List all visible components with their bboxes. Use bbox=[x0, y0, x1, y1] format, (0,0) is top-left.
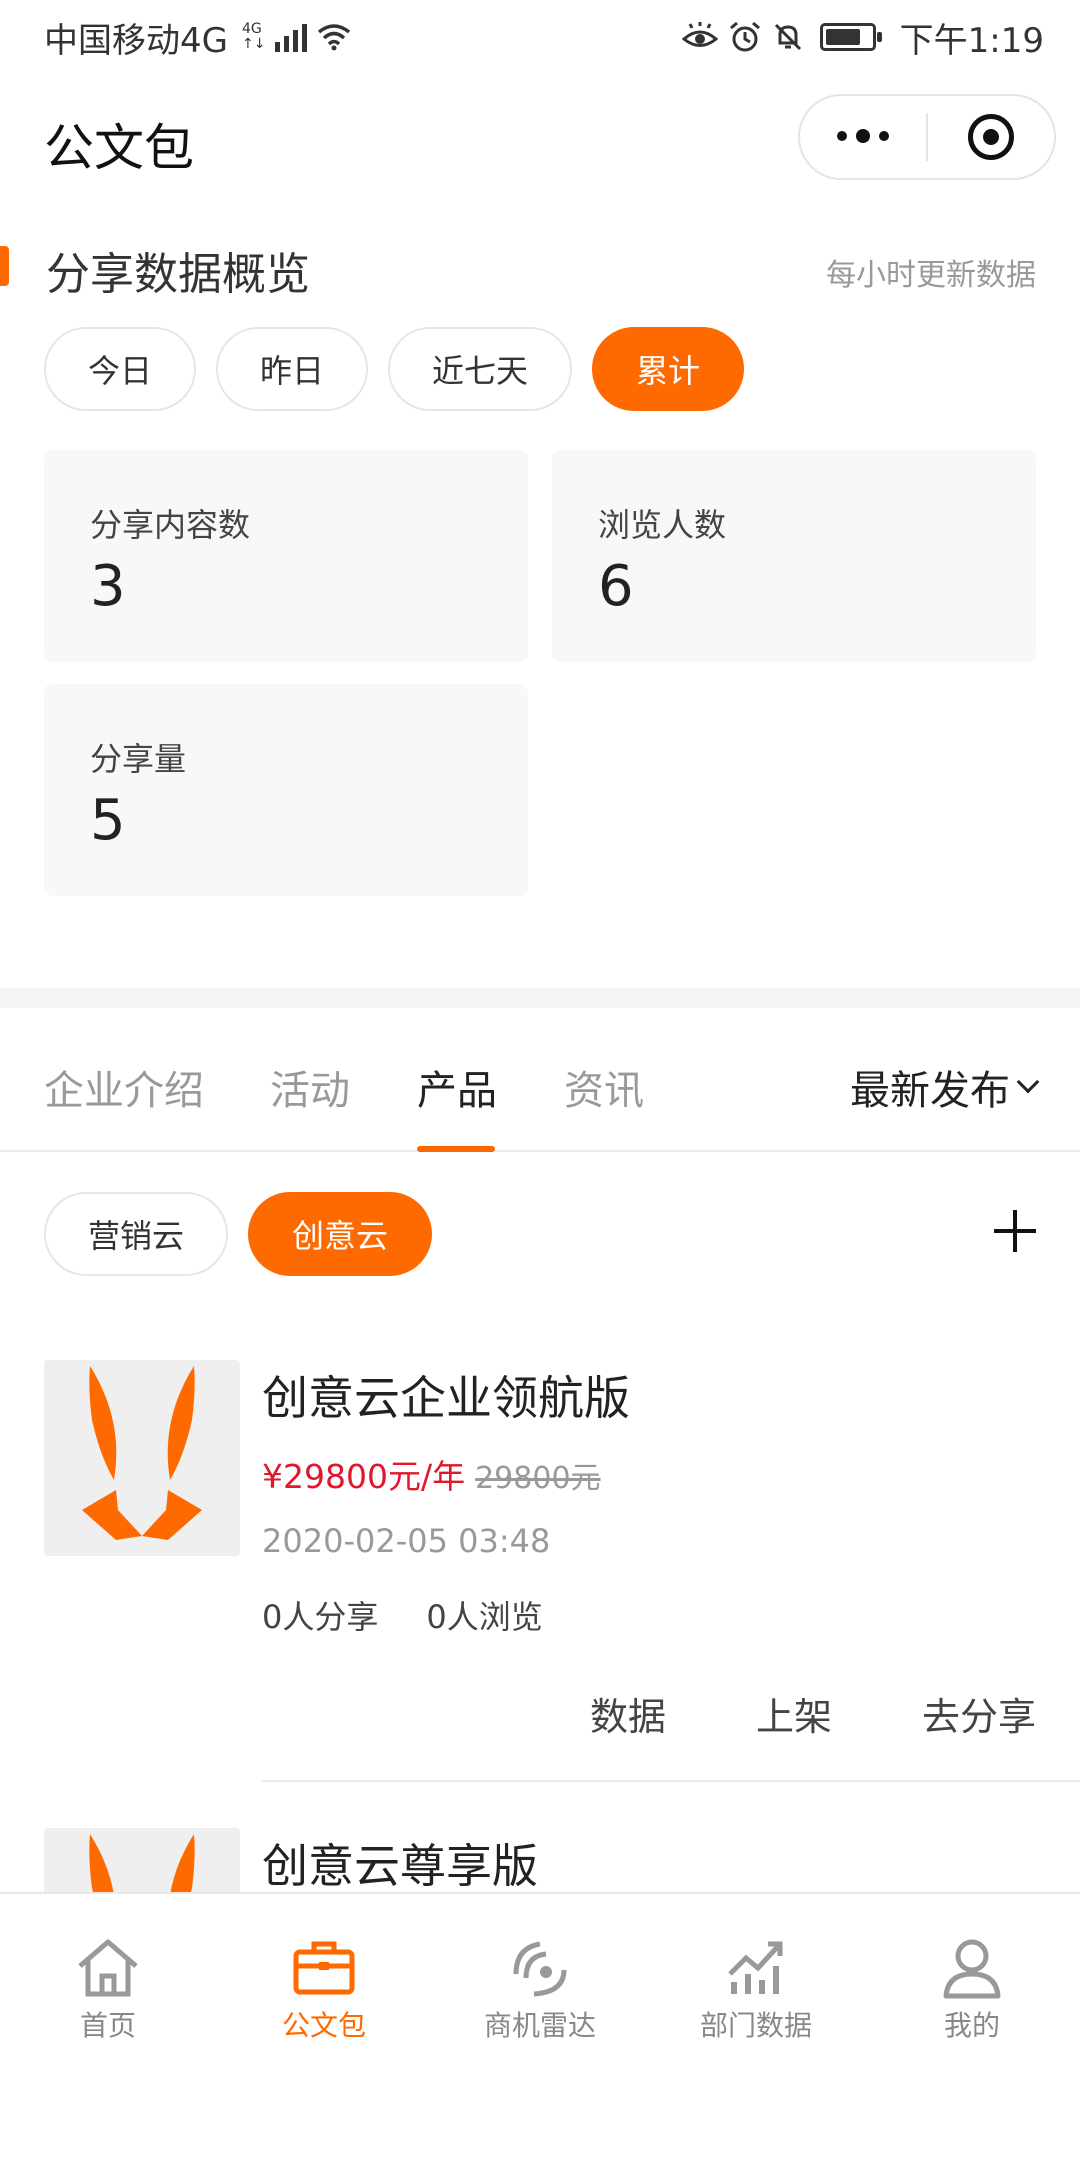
active-tab-indicator bbox=[417, 1146, 495, 1152]
sort-dropdown[interactable]: 最新发布 bbox=[850, 1058, 1040, 1116]
status-left: 中国移动4G 4G ↑↓ bbox=[44, 13, 351, 62]
rabbit-logo-icon bbox=[82, 1366, 202, 1540]
status-right: 下午1:19 bbox=[681, 13, 1044, 62]
sub-category-marketing-cloud[interactable]: 营销云 bbox=[44, 1192, 229, 1276]
sub-category-filter: 营销云 创意云 bbox=[44, 1192, 433, 1276]
chevron-down-icon bbox=[1016, 1070, 1040, 1094]
data-button[interactable]: 数据 bbox=[590, 1686, 666, 1741]
product-stats: 0人分享 0人浏览 bbox=[262, 1592, 543, 1638]
battery-icon bbox=[819, 23, 882, 51]
sort-label: 最新发布 bbox=[850, 1068, 1010, 1114]
list-button[interactable]: 上架 bbox=[756, 1686, 832, 1741]
page-title: 公文包 bbox=[44, 119, 194, 177]
product-original-price: 29800元 bbox=[475, 1461, 601, 1496]
stat-card-shared-content: 分享内容数 3 bbox=[44, 450, 528, 662]
nav-department-data[interactable]: 部门数据 bbox=[676, 1934, 836, 2044]
close-target-icon[interactable] bbox=[928, 114, 1054, 160]
product-name[interactable]: 创意云企业领航版 bbox=[262, 1362, 630, 1428]
period-today[interactable]: 今日 bbox=[44, 327, 197, 411]
product-price-row: ¥29800元/年 29800元 bbox=[262, 1450, 601, 1498]
stat-label: 分享内容数 bbox=[90, 506, 251, 544]
content-tabs: 企业介绍 活动 产品 资讯 最新发布 bbox=[0, 1040, 1080, 1152]
signal-icon bbox=[275, 22, 308, 52]
nav-opportunity-radar[interactable]: 商机雷达 bbox=[460, 1934, 620, 2044]
nav-label: 公文包 bbox=[281, 2009, 366, 2042]
section-divider bbox=[0, 988, 1080, 1008]
nav-home[interactable]: 首页 bbox=[28, 1934, 188, 2044]
add-icon[interactable] bbox=[994, 1210, 1036, 1252]
stat-value: 5 bbox=[90, 788, 126, 853]
stat-value: 3 bbox=[90, 554, 126, 619]
more-dots-icon[interactable] bbox=[800, 129, 926, 143]
period-cumulative[interactable]: 累计 bbox=[592, 327, 745, 411]
stat-value: 6 bbox=[598, 554, 634, 619]
section-accent-bar bbox=[0, 246, 9, 286]
product-actions: 数据 上架 去分享 bbox=[590, 1686, 1036, 1741]
product-view-count: 0人浏览 bbox=[426, 1598, 543, 1636]
alarm-icon bbox=[729, 21, 760, 52]
nav-label: 商机雷达 bbox=[483, 2009, 596, 2042]
period-seven-days[interactable]: 近七天 bbox=[388, 327, 573, 411]
nav-briefcase[interactable]: 公文包 bbox=[244, 1934, 404, 2044]
home-icon bbox=[78, 1939, 138, 1997]
overview-title: 分享数据概览 bbox=[46, 249, 310, 300]
network-type-bottom: ↑↓ bbox=[241, 36, 266, 52]
nav-label: 我的 bbox=[943, 2009, 1000, 2042]
nav-label: 部门数据 bbox=[699, 2009, 812, 2042]
item-divider bbox=[262, 1780, 1080, 1782]
tab-activities[interactable]: 活动 bbox=[270, 1058, 350, 1116]
tab-news[interactable]: 资讯 bbox=[564, 1058, 644, 1116]
product-date: 2020-02-05 03:48 bbox=[262, 1522, 551, 1560]
briefcase-icon bbox=[293, 1941, 355, 1995]
eye-icon bbox=[681, 22, 718, 47]
sub-category-creative-cloud[interactable]: 创意云 bbox=[248, 1192, 433, 1276]
share-button[interactable]: 去分享 bbox=[922, 1686, 1036, 1741]
network-type-top: 4G bbox=[241, 21, 262, 37]
wifi-icon bbox=[318, 24, 351, 51]
product-price: ¥29800元/年 bbox=[262, 1457, 466, 1496]
product-name[interactable]: 创意云尊享版 bbox=[262, 1830, 538, 1896]
stat-label: 浏览人数 bbox=[598, 506, 727, 544]
nav-profile[interactable]: 我的 bbox=[892, 1934, 1052, 2044]
miniprogram-capsule bbox=[798, 94, 1056, 180]
trend-chart-icon bbox=[728, 1941, 783, 1994]
period-filter: 今日 昨日 近七天 累计 bbox=[44, 327, 745, 411]
tab-products[interactable]: 产品 bbox=[417, 1058, 497, 1116]
header: 公文包 bbox=[0, 88, 1080, 188]
status-time: 下午1:19 bbox=[899, 20, 1044, 61]
stat-card-share-count: 分享量 5 bbox=[44, 684, 528, 896]
radar-icon bbox=[513, 1941, 567, 1997]
carrier-label: 中国移动4G bbox=[44, 20, 228, 61]
status-bar: 中国移动4G 4G ↑↓ 下午1:19 bbox=[0, 0, 1080, 74]
user-icon bbox=[943, 1939, 1001, 1999]
stat-card-viewers: 浏览人数 6 bbox=[552, 450, 1036, 662]
product-thumbnail[interactable] bbox=[44, 1360, 240, 1556]
update-note: 每小时更新数据 bbox=[826, 258, 1036, 293]
product-share-count: 0人分享 bbox=[262, 1598, 379, 1636]
tab-company-intro[interactable]: 企业介绍 bbox=[44, 1058, 204, 1116]
period-yesterday[interactable]: 昨日 bbox=[216, 327, 369, 411]
network-type: 4G ↑↓ bbox=[242, 22, 265, 52]
stat-label: 分享量 bbox=[90, 740, 187, 778]
bottom-nav: 首页 公文包 商机雷达 部门数据 我的 bbox=[0, 1892, 1080, 2160]
nav-label: 首页 bbox=[79, 2009, 136, 2042]
mute-icon bbox=[774, 23, 801, 51]
